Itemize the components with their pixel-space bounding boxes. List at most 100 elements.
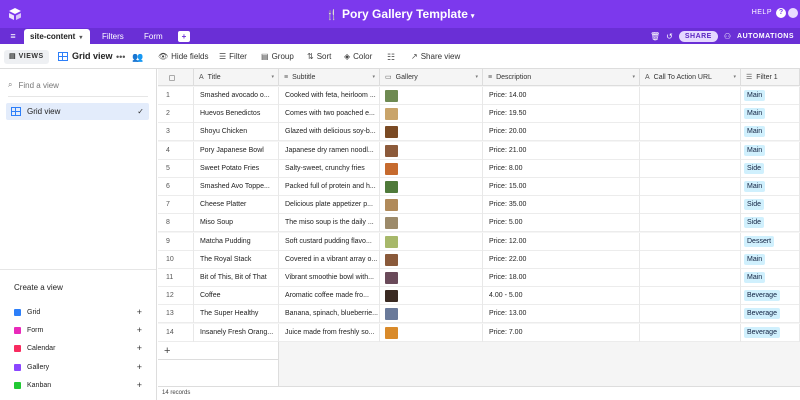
cell-call-to-action-url[interactable] <box>640 123 741 142</box>
cell-title[interactable]: Coffee <box>194 287 279 306</box>
gallery-thumbnail[interactable] <box>385 126 398 139</box>
table-row[interactable]: 12 Coffee Aromatic coffee made fro... 4.00 … <box>158 287 800 306</box>
cell-call-to-action-url[interactable] <box>640 250 741 269</box>
table-row[interactable]: 4 Pory Japanese Bowl Japanese dry ramen no… <box>158 141 800 160</box>
cell-description[interactable]: Price: 21.00 <box>483 141 640 160</box>
table-row[interactable]: 13 The Super Healthy Banana, spinach, blue… <box>158 305 800 324</box>
cell-title[interactable]: The Royal Stack <box>194 250 279 269</box>
cell-title[interactable]: Matcha Pudding <box>194 232 279 251</box>
automations-button[interactable]: AUTOMATIONS <box>737 33 794 40</box>
cell-description[interactable]: Price: 35.00 <box>483 196 640 215</box>
gallery-thumbnail[interactable] <box>385 217 398 230</box>
cell-subtitle[interactable]: Delicious plate appetizer p... <box>279 196 380 215</box>
table-row[interactable]: 2 Huevos Benedictos Comes with two poached… <box>158 105 800 124</box>
cell-subtitle[interactable]: Covered in a vibrant array o... <box>279 250 380 269</box>
cell-call-to-action-url[interactable] <box>640 214 741 233</box>
column-header-call-to-action-url[interactable]: A Call To Action URL ▾ <box>640 69 741 86</box>
cell-call-to-action-url[interactable] <box>640 196 741 215</box>
cell-description[interactable]: Price: 7.00 <box>483 323 640 342</box>
cell-gallery[interactable] <box>380 87 483 105</box>
select-all-checkbox[interactable] <box>158 69 194 86</box>
row-height-icon[interactable]: ☷ <box>387 52 395 63</box>
cell-filter-1[interactable]: Side <box>741 196 800 215</box>
table-row[interactable]: 3 Shoyu Chicken Glazed with delicious soy-… <box>158 123 800 142</box>
gallery-thumbnail[interactable] <box>385 181 398 193</box>
cell-gallery[interactable] <box>380 178 483 196</box>
cell-call-to-action-url[interactable] <box>640 232 741 251</box>
chevron-down-icon[interactable]: ▾ <box>271 69 274 86</box>
cell-title[interactable]: Insanely Fresh Orang... <box>194 323 279 342</box>
cell-filter-1[interactable]: Main <box>741 178 800 196</box>
cell-description[interactable]: Price: 22.00 <box>483 250 640 269</box>
chevron-down-icon[interactable]: ▾ <box>475 69 478 86</box>
create-view-grid[interactable]: Grid + <box>14 306 142 318</box>
gallery-thumbnail[interactable] <box>385 308 398 321</box>
share-view-button[interactable]: ↗ Share view <box>411 52 460 61</box>
cell-description[interactable]: Price: 8.00 <box>483 159 640 178</box>
cell-filter-1[interactable]: Side <box>741 159 800 178</box>
cell-call-to-action-url[interactable] <box>640 141 741 160</box>
cell-subtitle[interactable]: Japanese dry ramen noodl... <box>279 141 380 160</box>
add-table-button[interactable]: + <box>178 31 190 42</box>
cell-title[interactable]: Pory Japanese Bowl <box>194 141 279 160</box>
cell-call-to-action-url[interactable] <box>640 269 741 287</box>
create-view-calendar[interactable]: Calendar + <box>14 342 142 354</box>
column-header-gallery[interactable]: ▭ Gallery ▾ <box>380 69 483 86</box>
cell-filter-1[interactable]: Main <box>741 87 800 105</box>
cell-filter-1[interactable]: Side <box>741 214 800 233</box>
gallery-thumbnail[interactable] <box>385 144 398 157</box>
cell-description[interactable]: Price: 14.00 <box>483 87 640 105</box>
table-row[interactable]: 11 Bit of This, Bit of That Vibrant smooth… <box>158 269 800 287</box>
cell-filter-1[interactable]: Main <box>741 141 800 160</box>
table-row[interactable]: 5 Sweet Potato Fries Salty-sweet, crunchy … <box>158 159 800 178</box>
chevron-down-icon[interactable]: ▾ <box>733 69 736 86</box>
tab-site-content[interactable]: site-content ▾ <box>24 29 90 44</box>
cell-title[interactable]: Shoyu Chicken <box>194 123 279 142</box>
cell-call-to-action-url[interactable] <box>640 87 741 105</box>
create-view-form[interactable]: Form + <box>14 324 142 336</box>
gallery-thumbnail[interactable] <box>385 162 398 175</box>
hide-fields-button[interactable]: 👁 Hide fields <box>158 52 209 61</box>
history-icon[interactable]: ↺ <box>666 32 673 41</box>
cell-description[interactable]: Price: 18.00 <box>483 269 640 287</box>
cell-title[interactable]: Smashed Avo Toppe... <box>194 178 279 196</box>
cell-call-to-action-url[interactable] <box>640 105 741 124</box>
cell-subtitle[interactable]: Aromatic coffee made fro... <box>279 287 380 306</box>
cell-subtitle[interactable]: Glazed with delicious soy-b... <box>279 123 380 142</box>
gallery-thumbnail[interactable] <box>385 272 398 284</box>
column-header-filter-1[interactable]: ☰ Filter 1 <box>741 69 800 86</box>
cell-filter-1[interactable]: Dessert <box>741 232 800 251</box>
gallery-thumbnail[interactable] <box>385 90 398 102</box>
cell-gallery[interactable] <box>380 159 483 178</box>
table-row[interactable]: 8 Miso Soup The miso soup is the daily ...… <box>158 214 800 233</box>
cell-call-to-action-url[interactable] <box>640 159 741 178</box>
create-view-kanban[interactable]: Kanban + <box>14 379 142 391</box>
column-header-title[interactable]: A Title ▾ <box>194 69 279 86</box>
column-header-description[interactable]: ≡ Description ▾ <box>483 69 640 86</box>
gallery-thumbnail[interactable] <box>385 290 398 303</box>
cell-subtitle[interactable]: The miso soup is the daily ... <box>279 214 380 233</box>
cell-gallery[interactable] <box>380 269 483 287</box>
cell-call-to-action-url[interactable] <box>640 323 741 342</box>
table-row[interactable]: 14 Insanely Fresh Orang... Juice made from… <box>158 323 800 342</box>
views-toggle-button[interactable]: ▤ VIEWS <box>4 50 49 64</box>
cell-call-to-action-url[interactable] <box>640 178 741 196</box>
cell-filter-1[interactable]: Beverage <box>741 287 800 306</box>
cell-filter-1[interactable]: Main <box>741 105 800 124</box>
cell-subtitle[interactable]: Banana, spinach, blueberrie... <box>279 305 380 324</box>
color-button[interactable]: ◈ Color <box>344 52 372 61</box>
sort-button[interactable]: ⇅ Sort <box>307 52 331 61</box>
table-row[interactable]: 1 Smashed avocado o... Cooked with feta, h… <box>158 87 800 105</box>
cell-gallery[interactable] <box>380 323 483 342</box>
cell-description[interactable]: Price: 15.00 <box>483 178 640 196</box>
gallery-thumbnail[interactable] <box>385 253 398 266</box>
cell-gallery[interactable] <box>380 250 483 269</box>
cell-title[interactable]: Sweet Potato Fries <box>194 159 279 178</box>
gallery-thumbnail[interactable] <box>385 199 398 212</box>
trash-icon[interactable]: 🗑 <box>650 32 660 41</box>
hamburger-menu-icon[interactable]: ≡ <box>6 29 20 44</box>
cell-title[interactable]: Cheese Platter <box>194 196 279 215</box>
table-row[interactable]: 6 Smashed Avo Toppe... Packed full of prot… <box>158 178 800 196</box>
filter-button[interactable]: ☰ Filter <box>219 52 247 61</box>
share-button[interactable]: SHARE <box>678 30 718 42</box>
